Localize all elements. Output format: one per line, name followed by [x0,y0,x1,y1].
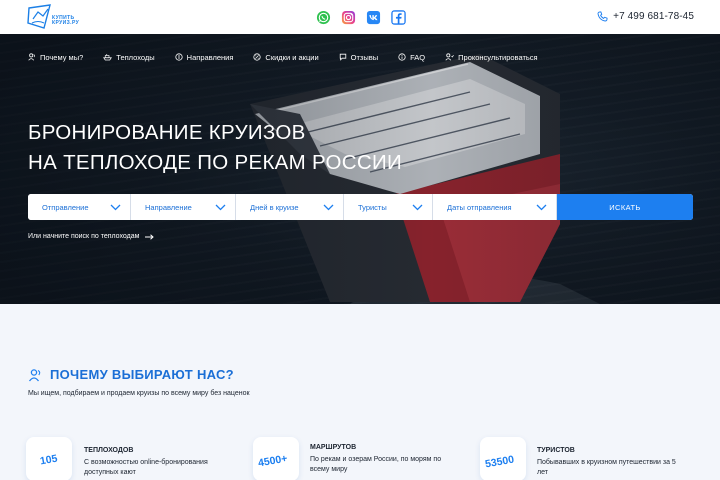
nav-item-label: Теплоходы [116,52,155,62]
nav-item-faq[interactable]: FAQ [398,53,425,62]
nav-item-consultation[interactable]: Проконсультироваться [445,52,538,62]
nav-item-label: Скидки и акции [265,52,319,62]
nav-item-label: Отзывы [350,52,379,62]
chevron-down-icon [110,204,121,210]
phone-icon [597,11,608,22]
people-icon [28,368,41,381]
ship-search-link-label: Или начните поиск по теплоходам [28,233,140,240]
nav-item-why-us[interactable]: Почему мы? [28,53,83,62]
why-title: ПОЧЕМУ ВЫБИРАЮТ НАС? [50,367,234,382]
page: КУПИТЬ КРУИЗ.РУ +7 499 681-78-45 Почему … [0,0,720,480]
hero-title: БРОНИРОВАНИЕ КРУИЗОВ НА ТЕПЛОХОДЕ ПО РЕК… [28,118,402,178]
dates-select-label: Даты отправления [447,202,512,212]
people-icon [28,53,35,61]
stat-number: 105 [39,452,59,468]
nav-item-destinations[interactable]: Направления [175,52,234,62]
instagram-icon[interactable] [341,10,356,25]
vk-icon[interactable] [366,10,381,25]
nav-item-ships[interactable]: Теплоходы [103,52,155,62]
chevron-down-icon [323,204,334,210]
days-select[interactable]: Дней в круизе [236,194,344,220]
stat-description: По рекам и озерам России, по морям по вс… [310,456,442,473]
logo[interactable]: КУПИТЬ КРУИЗ.РУ [26,4,90,30]
chevron-down-icon [412,204,423,210]
cruise-search-form: Отправление Направление Дней в круизе Ту… [28,194,693,220]
stat-badge: 105 [26,437,72,480]
nav-item-reviews[interactable]: Отзывы [339,53,378,62]
nav-item-discounts[interactable]: Скидки и акции [253,52,319,62]
stat-title: ТУРИСТОВ [537,447,575,454]
chevron-down-icon [536,204,547,210]
chat-icon [339,53,346,61]
nav-item-label: Почему мы? [40,52,84,62]
main-nav: Почему мы? Теплоходы Направления Скидки … [28,51,558,63]
arrow-right-icon [145,233,155,240]
logo-text: КУПИТЬ КРУИЗ.РУ [52,16,79,26]
discount-icon [253,53,262,61]
ship-icon [103,54,113,61]
departure-select-label: Отправление [42,202,89,212]
whatsapp-icon[interactable] [316,10,331,25]
hero-banner: Почему мы? Теплоходы Направления Скидки … [0,34,720,304]
stat-title: ТЕПЛОХОДОВ [84,447,134,454]
stat-badge: 4500+ [253,437,299,480]
departure-select[interactable]: Отправление [28,194,131,220]
chevron-down-icon [215,204,226,210]
why-section-header: ПОЧЕМУ ВЫБИРАЮТ НАС? [28,367,234,382]
stat-badge: 53500 [480,437,526,480]
search-button[interactable]: ИСКАТЬ [557,194,693,220]
nav-item-label: Проконсультироваться [458,52,538,62]
destination-select-label: Направление [145,202,192,212]
tourists-select-label: Туристы [358,202,387,212]
stat-description: С возможностью online-бронирования досту… [84,459,208,476]
destination-select[interactable]: Направление [131,194,236,220]
why-subtitle: Мы ищем, подбираем и продаем круизы по в… [28,390,250,397]
days-select-label: Дней в круизе [250,202,299,212]
hero-title-line2: НА ТЕПЛОХОДЕ ПО РЕКАМ РОССИИ [28,151,403,174]
facebook-icon[interactable] [391,10,406,25]
compass-icon [175,53,183,61]
dates-select[interactable]: Даты отправления [433,194,557,220]
phone-contact[interactable]: +7 499 681-78-45 [597,11,694,22]
logo-text-line2: КРУИЗ.РУ [52,20,80,26]
stat-number: 4500+ [257,452,289,470]
top-header: КУПИТЬ КРУИЗ.РУ +7 499 681-78-45 [0,0,720,34]
info-icon [398,53,406,61]
stat-description: Побывавших в круизном путешествии за 5 л… [537,459,676,476]
stat-number: 53500 [484,453,516,471]
ship-search-link[interactable]: Или начните поиск по теплоходам [28,233,155,240]
nav-item-label: FAQ [410,52,426,62]
phone-number: +7 499 681-78-45 [613,11,694,22]
nav-item-label: Направления [186,52,234,62]
tourists-select[interactable]: Туристы [344,194,433,220]
stat-title: МАРШРУТОВ [310,444,357,451]
support-icon [445,53,454,61]
hero-title-line1: БРОНИРОВАНИЕ КРУИЗОВ [28,121,306,144]
